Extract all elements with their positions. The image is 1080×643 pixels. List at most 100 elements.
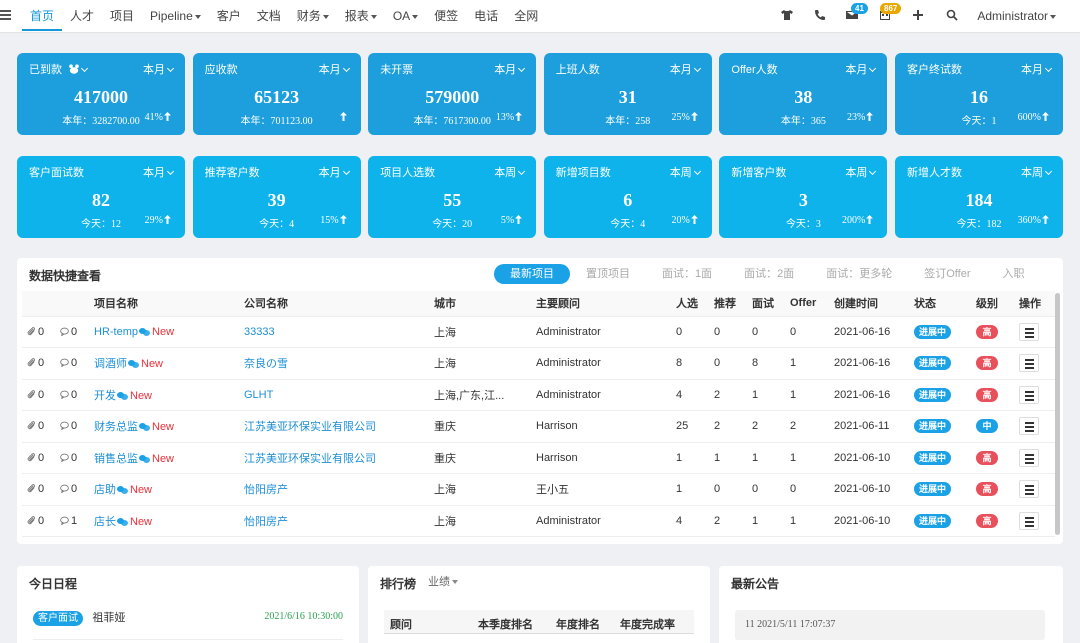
attachment-count[interactable]: 0 <box>22 347 56 380</box>
stat-period-select[interactable]: 本月 <box>845 61 877 77</box>
stat-percent-value: 41% <box>144 112 163 123</box>
nav-item-3[interactable]: Pipeline <box>142 0 209 33</box>
company-link[interactable]: 怡阳房产 <box>244 484 288 496</box>
table-row[interactable]: 0 0 财务总监 New 江苏美亚环保实业有限公司 重庆 Harrison 25 2 2 2 2021… <box>22 410 1055 443</box>
menu-toggle-icon[interactable] <box>0 8 14 22</box>
stat-card[interactable]: 客户面试数 本月 82 今天：12 29% <box>17 156 185 238</box>
comment-count[interactable]: 0 <box>56 442 92 474</box>
nav-item-1[interactable]: 人才 <box>62 0 102 33</box>
level-badge: 高 <box>976 356 998 371</box>
schedule-item[interactable]: 客户面试 祖菲娅 <box>33 609 125 626</box>
project-link[interactable]: 开发 <box>94 390 116 402</box>
table-row[interactable]: 0 0 开发 New GLHT 上海,广东,江... Administrator 4 2 1 1 20… <box>22 379 1055 411</box>
comment-count[interactable]: 0 <box>56 473 92 506</box>
attachment-count[interactable]: 0 <box>22 316 56 348</box>
phone-icon[interactable] <box>814 9 828 23</box>
quick-tab-1[interactable]: 置顶项目 <box>570 264 646 284</box>
table-row[interactable]: 0 0 调酒师 New 奈良の雪 上海 Administrator 8 0 8 1 2021-06-1… <box>22 347 1055 380</box>
quick-tab-3[interactable]: 面试：2面 <box>728 264 810 284</box>
stat-period-select[interactable]: 本周 <box>1021 164 1053 180</box>
quick-tab-4[interactable]: 面试：更多轮 <box>810 264 908 284</box>
stat-card[interactable]: 应收款 本月 65123 本年：701123.00 <box>192 53 361 135</box>
mail-icon[interactable]: 41 <box>846 3 868 23</box>
nav-item-0[interactable]: 首页 <box>22 0 63 33</box>
project-link[interactable]: 店长 <box>94 516 116 528</box>
stat-card[interactable]: 推荐客户数 本月 39 今天：4 15% <box>192 156 361 238</box>
nav-item-8[interactable]: OA <box>385 0 426 33</box>
row-menu-button[interactable] <box>1019 480 1039 499</box>
stat-period-select[interactable]: 本周 <box>845 164 877 180</box>
nav-item-6[interactable]: 财务 <box>289 0 337 33</box>
stat-period-select[interactable]: 本月 <box>1021 61 1053 77</box>
quick-tab-0[interactable]: 最新项目 <box>494 264 570 284</box>
quick-tab-5[interactable]: 签订Offer <box>908 264 986 284</box>
stat-card[interactable]: 客户终试数 本月 16 今天：1 600% <box>895 53 1063 135</box>
comment-count[interactable]: 0 <box>56 347 92 380</box>
user-menu[interactable]: Administrator <box>977 0 1056 33</box>
notice-item[interactable]: 11 2021/5/11 17:07:37 <box>735 610 1045 640</box>
stat-card[interactable]: 已到款 本月 417000 本年：3282700.00 41% <box>17 53 185 135</box>
company-link[interactable]: 江苏美亚环保实业有限公司 <box>244 453 376 465</box>
project-link[interactable]: 调酒师 <box>94 358 127 370</box>
row-menu-button[interactable] <box>1019 417 1039 436</box>
nav-item-7[interactable]: 报表 <box>337 0 385 33</box>
comment-count[interactable]: 0 <box>56 410 92 443</box>
nav-item-4[interactable]: 客户 <box>209 0 249 33</box>
plus-icon[interactable] <box>912 9 926 23</box>
attachment-count[interactable]: 0 <box>22 473 56 506</box>
nav-item-9[interactable]: 便签 <box>426 0 466 33</box>
ranking-filter[interactable]: 业绩 <box>428 573 458 589</box>
nav-item-2[interactable]: 项目 <box>102 0 142 33</box>
nav-item-10[interactable]: 电话 <box>466 0 506 33</box>
stat-card[interactable]: 新增人才数 本周 184 今天：182 360% <box>895 156 1063 238</box>
stat-period-select[interactable]: 本周 <box>494 164 526 180</box>
shirt-icon[interactable] <box>781 9 795 23</box>
company-link[interactable]: 怡阳房产 <box>244 516 288 528</box>
attachment-count[interactable]: 0 <box>22 442 56 474</box>
project-link[interactable]: 销售总监 <box>94 453 138 465</box>
company-link[interactable]: 奈良の雪 <box>244 358 288 370</box>
row-menu-button[interactable] <box>1019 448 1039 467</box>
row-menu-button[interactable] <box>1019 385 1039 404</box>
attachment-count[interactable]: 0 <box>22 505 56 537</box>
stat-period-select[interactable]: 本月 <box>143 164 175 180</box>
comment-count[interactable]: 0 <box>56 379 92 411</box>
comment-count[interactable]: 0 <box>56 316 92 348</box>
search-icon[interactable] <box>946 9 960 23</box>
company-link[interactable]: GLHT <box>244 389 273 401</box>
nav-item-11[interactable]: 全网 <box>506 0 546 33</box>
table-row[interactable]: 0 0 HR-temp New 33333 上海 Administrator 0 0 0 0 2021… <box>22 316 1055 348</box>
table-scrollbar[interactable] <box>1055 293 1060 535</box>
stat-period-select[interactable]: 本月 <box>143 61 175 77</box>
row-menu-button[interactable] <box>1019 354 1039 373</box>
row-menu-button[interactable] <box>1019 511 1039 530</box>
row-menu-button[interactable] <box>1019 322 1039 341</box>
quick-tab-2[interactable]: 面试：1面 <box>646 264 728 284</box>
stat-period-select[interactable]: 本月 <box>319 164 350 180</box>
stat-card[interactable]: 未开票 本月 579000 本年：7617300.00 13% <box>368 53 537 135</box>
stat-card[interactable]: 新增项目数 本周 6 今天：4 20% <box>543 156 712 238</box>
company-link[interactable]: 江苏美亚环保实业有限公司 <box>244 421 376 433</box>
comment-count[interactable]: 1 <box>56 505 92 537</box>
project-link[interactable]: HR-temp <box>94 326 138 338</box>
table-row[interactable]: 0 0 店助 New 怡阳房产 上海 王小五 1 0 0 0 2021-06-10 进展中高 <box>22 473 1055 506</box>
project-link[interactable]: 财务总监 <box>94 421 138 433</box>
stat-card[interactable]: 新增客户数 本周 3 今天：3 200% <box>719 156 888 238</box>
table-row[interactable]: 0 1 店长 New 怡阳房产 上海 Administrator 4 2 1 1 2021-06-10… <box>22 505 1055 537</box>
calendar-icon[interactable]: 867 <box>879 3 902 23</box>
project-link[interactable]: 店助 <box>94 484 116 496</box>
stat-card[interactable]: Offer人数 本月 38 本年：365 23% <box>719 53 888 135</box>
quick-tab-6[interactable]: 入职 <box>987 264 1041 284</box>
stat-period-select[interactable]: 本周 <box>670 164 701 180</box>
attachment-count[interactable]: 0 <box>22 379 56 411</box>
stat-card[interactable]: 项目人选数 本周 55 今天：20 5% <box>368 156 537 238</box>
nav-item-5[interactable]: 文档 <box>249 0 289 33</box>
stat-period-select[interactable]: 本月 <box>670 61 701 77</box>
stat-period-select[interactable]: 本月 <box>319 61 350 77</box>
stat-period-select[interactable]: 本月 <box>494 61 526 77</box>
table-row[interactable]: 0 0 销售总监 New 江苏美亚环保实业有限公司 重庆 Harrison 1 1 1 1 2021-… <box>22 442 1055 474</box>
offer-cell: 1 <box>790 347 834 380</box>
attachment-count[interactable]: 0 <box>22 410 56 443</box>
company-link[interactable]: 33333 <box>244 326 275 338</box>
stat-card[interactable]: 上班人数 本月 31 本年：258 25% <box>543 53 712 135</box>
